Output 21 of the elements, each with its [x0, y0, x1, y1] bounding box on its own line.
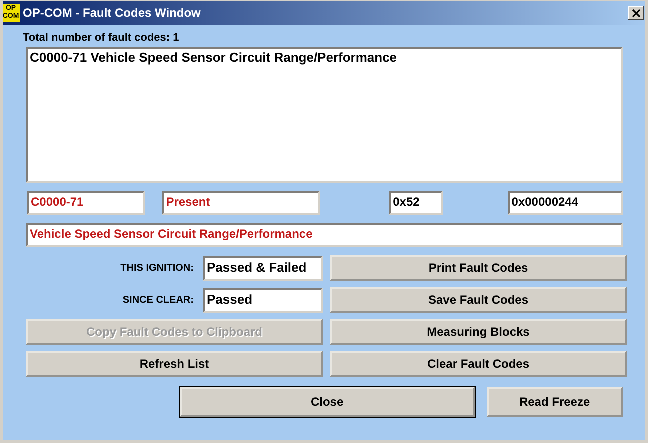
text-field[interactable]: 0x00000244: [508, 191, 623, 215]
action-button[interactable]: Measuring Blocks: [330, 319, 627, 345]
action-button[interactable]: Refresh List: [26, 351, 323, 377]
action-button[interactable]: Save Fault Codes: [330, 287, 627, 313]
close-icon[interactable]: [628, 6, 644, 20]
window-title: OP-COM - Fault Codes Window: [23, 6, 202, 20]
status-field[interactable]: Passed & Failed: [203, 256, 323, 280]
text-field[interactable]: Present: [162, 191, 320, 215]
status-field[interactable]: Passed: [203, 288, 323, 312]
status-label: SINCE CLEAR:: [122, 294, 194, 306]
action-button[interactable]: Print Fault Codes: [330, 255, 627, 281]
fault-list-item[interactable]: C0000-71 Vehicle Speed Sensor Circuit Range/Performance: [30, 50, 619, 65]
text-field[interactable]: 0x52: [389, 191, 443, 215]
status-label: THIS IGNITION:: [120, 262, 194, 274]
text-field[interactable]: C0000-71: [27, 191, 146, 215]
fault-list[interactable]: C0000-71 Vehicle Speed Sensor Circuit Range/Performance: [26, 47, 623, 183]
fault-count-label: Total number of fault codes: 1: [23, 32, 180, 45]
action-button[interactable]: Close: [180, 387, 475, 417]
description-field[interactable]: Vehicle Speed Sensor Circuit Range/Performance: [26, 223, 623, 247]
action-button[interactable]: Read Freeze: [486, 387, 623, 417]
action-button[interactable]: Clear Fault Codes: [330, 351, 627, 377]
